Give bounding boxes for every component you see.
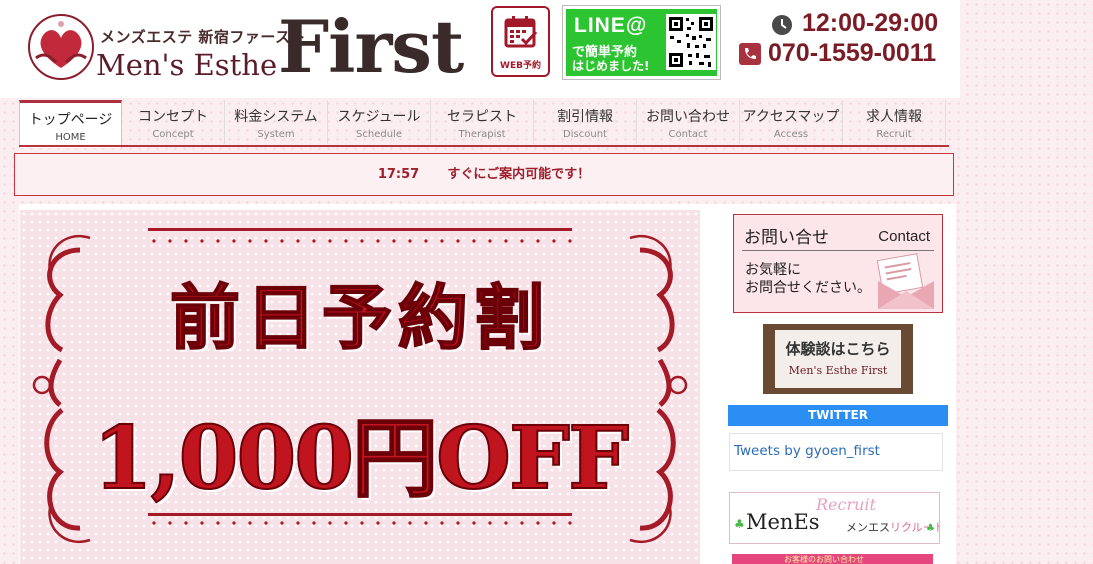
nav-item-therapist[interactable]: セラピスト Therapist — [431, 100, 534, 144]
nav-item-recruit[interactable]: 求人情報 Recruit — [843, 100, 946, 144]
line-reserve-banner[interactable]: LINE@ で簡単予約 はじめました! — [562, 5, 721, 80]
hands-heart-emblem-icon — [28, 14, 94, 80]
site-header: メンズエステ 新宿ファースト Men's Esthe First WEB予約 L… — [0, 0, 960, 98]
testimonials-text: 体験談はこちら — [785, 340, 891, 358]
nav-label-jp: 割引情報 — [557, 109, 613, 125]
contact-card-title: お問い合せ — [744, 228, 829, 248]
testimonials-logo: Men's Esthe First — [788, 364, 888, 377]
recruit-script-text: Recruit — [816, 495, 876, 514]
nav-item-concept[interactable]: コンセプト Concept — [122, 100, 225, 144]
contact-card-rule — [742, 250, 934, 251]
twitter-timeline-link[interactable]: Tweets by gyoen_first — [734, 443, 880, 459]
clover-icon: ♣ — [926, 523, 935, 534]
nav-label-en: System — [257, 129, 295, 140]
nav-label-en: Discount — [563, 129, 607, 140]
contact-card-title-en: Contact — [878, 228, 930, 245]
site-logo[interactable]: メンズエステ 新宿ファースト Men's Esthe First — [26, 4, 464, 89]
discount-banner[interactable]: 前日予約割 1,000円OFF — [20, 210, 700, 564]
web-reserve-button[interactable]: WEB予約 — [491, 6, 550, 77]
web-reserve-label: WEB予約 — [500, 61, 541, 71]
logo-brand: First — [278, 4, 464, 89]
line-subtitle-2: はじめました! — [572, 59, 650, 73]
promo-banner[interactable]: お客様のお問い合わせ — [732, 554, 933, 564]
nav-item-discount[interactable]: 割引情報 Discount — [534, 100, 637, 144]
nav-label-en: Therapist — [458, 129, 506, 140]
clock-icon — [772, 15, 792, 35]
business-hours: 12:00-29:00 — [802, 9, 939, 37]
banner-discount: 1,000円OFF — [92, 407, 630, 510]
page: メンズエステ 新宿ファースト Men's Esthe First WEB予約 L… — [0, 0, 1093, 564]
testimonials-banner[interactable]: 体験談はこちら Men's Esthe First — [763, 324, 913, 394]
nav-label-en: Concept — [152, 129, 194, 140]
notice-time: 17:57 — [377, 167, 420, 182]
nav-label-en: Contact — [668, 129, 708, 140]
contact-card-body: お気軽に お問合せください。 — [745, 261, 871, 297]
nav-label-jp: 料金システム — [234, 109, 318, 125]
nav-label-jp: 求人情報 — [866, 109, 922, 125]
nav-label-jp: セラピスト — [447, 109, 517, 125]
phone-icon — [739, 43, 761, 65]
recruit-banner[interactable]: Recruit ♣ MenEs メンエスリクルート ♣ — [729, 492, 940, 544]
calendar-check-icon — [504, 16, 538, 48]
contact-card-line-1: お気軽に — [745, 262, 801, 278]
nav-label-en: Access — [773, 129, 809, 140]
line-title: LINE@ — [574, 14, 648, 37]
testimonials-panel: 体験談はこちら Men's Esthe First — [775, 330, 901, 388]
nav-label-jp: トップページ — [28, 112, 113, 128]
nav-item-access[interactable]: アクセスマップ Access — [740, 100, 843, 144]
clover-icon: ♣ — [734, 517, 745, 531]
logo-subtitle: メンズエステ 新宿ファースト — [100, 28, 307, 46]
twitter-heading: TWITTER — [728, 405, 948, 426]
recruit-jp-a: メンエス — [846, 521, 890, 534]
nav-item-system[interactable]: 料金システム System — [225, 100, 328, 144]
nav-label-jp: お問い合わせ — [646, 109, 730, 125]
sidebar-contact-card[interactable]: お問い合せ Contact お気軽に お問合せください。 — [733, 214, 943, 313]
recruit-brand: MenEs — [746, 510, 820, 534]
nav-label-en: Schedule — [356, 129, 402, 140]
nav-item-schedule[interactable]: スケジュール Schedule — [328, 100, 431, 144]
contact-card-line-2: お問合せください。 — [745, 280, 871, 296]
notice-message: すぐにご案内可能です！ — [447, 167, 591, 182]
nav-label-en: Recruit — [876, 129, 912, 140]
qr-code-icon — [666, 14, 716, 70]
nav-label-jp: アクセスマップ — [742, 109, 840, 125]
nav-label-jp: スケジュール — [337, 109, 421, 125]
phone-number[interactable]: 070-1559-0011 — [768, 39, 936, 68]
nav-item-home[interactable]: トップページ HOME — [19, 100, 122, 148]
nav-item-contact[interactable]: お問い合わせ Contact — [637, 100, 740, 144]
banner-headline: 前日予約割 — [169, 275, 550, 360]
nav-label-en: HOME — [55, 132, 86, 143]
nav-label-jp: コンセプト — [138, 109, 208, 125]
main-nav: トップページ HOME コンセプト Concept 料金システム System … — [19, 100, 949, 148]
twitter-widget: Tweets by gyoen_first — [729, 433, 943, 471]
nav-underline — [19, 145, 949, 147]
logo-name: Men's Esthe — [96, 48, 278, 82]
availability-notice: 17:57 すぐにご案内可能です！ — [14, 153, 954, 196]
envelope-icon — [876, 253, 934, 309]
promo-text: お客様のお問い合わせ — [784, 555, 864, 564]
